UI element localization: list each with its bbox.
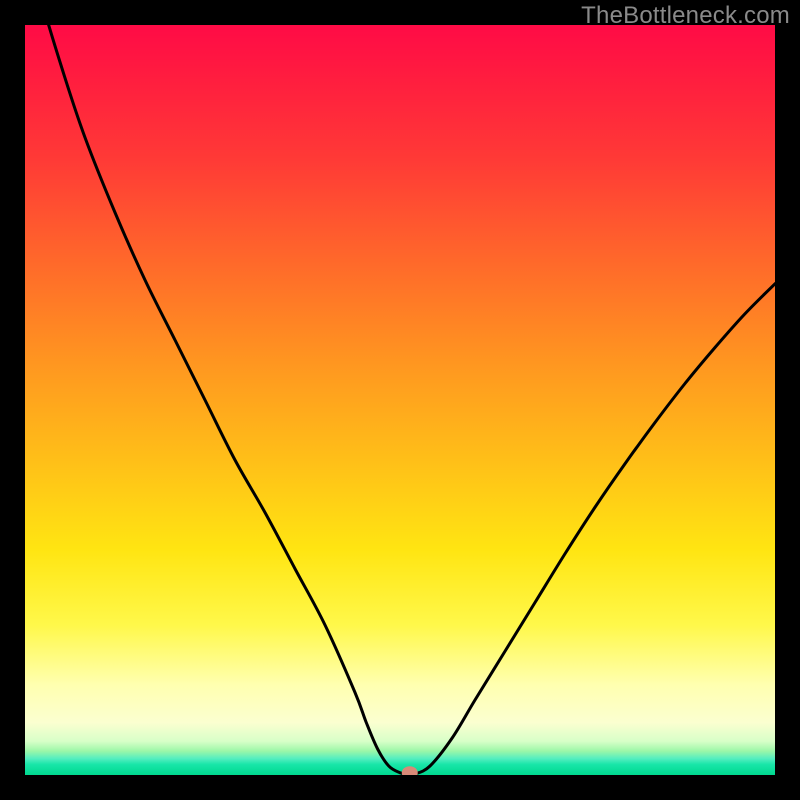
minimum-marker: [402, 766, 418, 775]
chart-container: TheBottleneck.com: [0, 0, 800, 800]
bottleneck-curve: [25, 25, 775, 775]
plot-area: [25, 25, 775, 775]
plot-svg: [25, 25, 775, 775]
